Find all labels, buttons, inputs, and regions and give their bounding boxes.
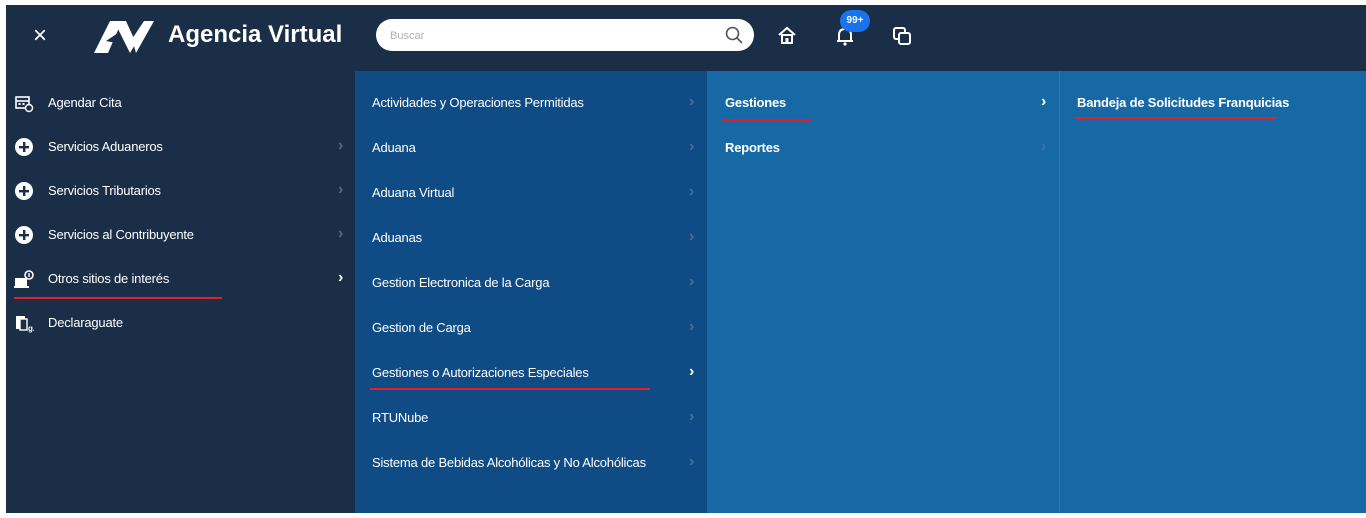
chevron-right-icon: › bbox=[1041, 93, 1047, 110]
menu-level-4: Bandeja de Solicitudes Franquicias bbox=[1059, 71, 1366, 513]
declaraguate-icon: g. bbox=[16, 316, 34, 333]
copy-icon[interactable] bbox=[891, 25, 913, 47]
submenu-item-label: Gestion de Carga bbox=[372, 320, 471, 335]
menu-item-label: Otros sitios de interés bbox=[48, 271, 170, 286]
active-underline bbox=[721, 119, 811, 121]
submenu-item-label: Sistema de Bebidas Alcohólicas y No Alco… bbox=[372, 455, 646, 470]
agencia-virtual-logo bbox=[94, 21, 154, 53]
submenu-item[interactable]: Sistema de Bebidas Alcohólicas y No Alco… bbox=[355, 441, 707, 485]
menu-item-label: Servicios Aduaneros bbox=[48, 139, 163, 154]
submenu-item-label: Gestiones o Autorizaciones Especiales bbox=[372, 365, 589, 380]
menu-item-label: Agendar Cita bbox=[48, 95, 122, 110]
submenu-item[interactable]: Reportes › bbox=[707, 126, 1059, 170]
chevron-right-icon: › bbox=[689, 138, 695, 155]
chevron-right-icon: › bbox=[689, 183, 695, 200]
submenu-item-label: Actividades y Operaciones Permitidas bbox=[372, 95, 584, 110]
submenu-item[interactable]: Gestion Electronica de la Carga › bbox=[355, 261, 707, 305]
close-icon[interactable]: × bbox=[33, 22, 47, 49]
chevron-right-icon: › bbox=[689, 453, 695, 470]
submenu-item-label: Gestion Electronica de la Carga bbox=[372, 275, 550, 290]
submenu-item[interactable]: Aduanas › bbox=[355, 216, 707, 260]
chevron-right-icon: › bbox=[689, 93, 695, 110]
menu-item-label: Servicios Tributarios bbox=[48, 183, 161, 198]
svg-text:g.: g. bbox=[28, 324, 34, 333]
menu-level-1: Agendar Cita Servicios Aduaneros › Servi… bbox=[6, 71, 355, 513]
active-underline bbox=[370, 388, 650, 390]
submenu-item[interactable]: Aduana › bbox=[355, 126, 707, 170]
submenu-item-label: Aduana bbox=[372, 140, 416, 155]
chevron-right-icon: › bbox=[689, 273, 695, 290]
app-title: Agencia Virtual bbox=[168, 21, 343, 48]
search-icon[interactable] bbox=[724, 25, 744, 45]
chevron-right-icon: › bbox=[689, 318, 695, 335]
search-box[interactable] bbox=[376, 19, 754, 51]
chevron-right-icon: › bbox=[338, 269, 344, 286]
app-window: × Agencia Virtual 99+ bbox=[6, 5, 1366, 513]
submenu-item-label: Bandeja de Solicitudes Franquicias bbox=[1077, 95, 1290, 110]
menu-level-3: Gestiones › Reportes › bbox=[707, 71, 1059, 513]
submenu-item[interactable]: RTUNube › bbox=[355, 396, 707, 440]
chevron-right-icon: › bbox=[689, 363, 695, 380]
submenu-item-label: Aduana Virtual bbox=[372, 185, 455, 200]
submenu-item-label: RTUNube bbox=[372, 410, 429, 425]
menu-item-label: Declaraguate bbox=[48, 315, 123, 330]
menu-item-servicios-tributarios[interactable]: Servicios Tributarios › bbox=[6, 169, 355, 213]
top-bar: × Agencia Virtual 99+ bbox=[6, 5, 1366, 71]
submenu-item[interactable]: Aduana Virtual › bbox=[355, 171, 707, 215]
chevron-right-icon: › bbox=[689, 408, 695, 425]
plus-circle-icon bbox=[15, 226, 33, 244]
notification-badge[interactable]: 99+ bbox=[840, 10, 870, 32]
submenu-item-label: Aduanas bbox=[372, 230, 422, 245]
menu-item-label: Servicios al Contribuyente bbox=[48, 227, 194, 242]
home-icon[interactable] bbox=[776, 25, 798, 47]
chevron-right-icon: › bbox=[338, 137, 344, 154]
menu-item-declaraguate[interactable]: g. Declaraguate bbox=[6, 301, 355, 345]
submenu-item[interactable]: Actividades y Operaciones Permitidas › bbox=[355, 81, 707, 125]
menu-level-2: Actividades y Operaciones Permitidas › A… bbox=[355, 71, 707, 513]
active-underline bbox=[1076, 117, 1276, 119]
chevron-right-icon: › bbox=[338, 225, 344, 242]
chevron-right-icon: › bbox=[338, 181, 344, 198]
chevron-right-icon: › bbox=[1041, 138, 1047, 155]
menu-item-otros-sitios[interactable]: Otros sitios de interés › bbox=[6, 257, 355, 301]
plus-circle-icon bbox=[15, 182, 33, 200]
sites-icon bbox=[14, 270, 34, 288]
close-menu-button[interactable]: × bbox=[26, 22, 54, 50]
submenu-item-label: Reportes bbox=[725, 140, 780, 155]
menu-item-servicios-contribuyente[interactable]: Servicios al Contribuyente › bbox=[6, 213, 355, 257]
submenu-item-label: Gestiones bbox=[725, 95, 787, 110]
menu-item-agendar-cita[interactable]: Agendar Cita bbox=[6, 81, 355, 125]
plus-circle-icon bbox=[15, 138, 33, 156]
calendar-icon bbox=[15, 96, 34, 113]
search-input[interactable] bbox=[388, 25, 712, 47]
chevron-right-icon: › bbox=[689, 228, 695, 245]
menu-item-servicios-aduaneros[interactable]: Servicios Aduaneros › bbox=[6, 125, 355, 169]
active-underline bbox=[14, 297, 222, 299]
submenu-item[interactable]: Gestion de Carga › bbox=[355, 306, 707, 350]
